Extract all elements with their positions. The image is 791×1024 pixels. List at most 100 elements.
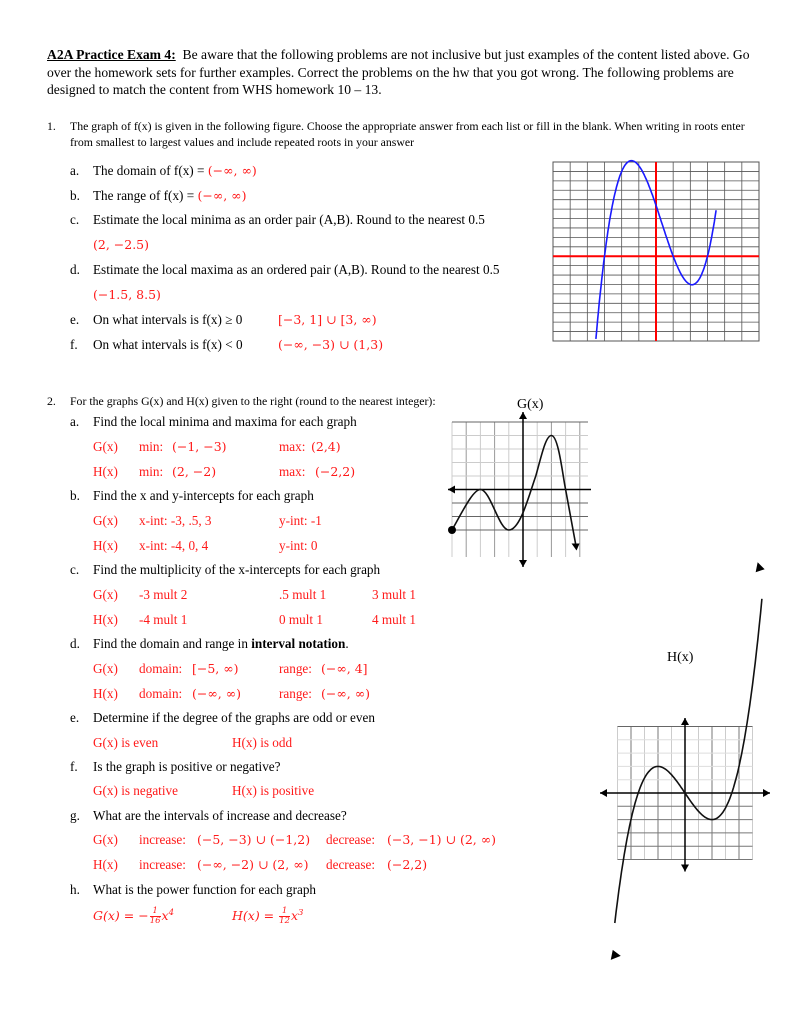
domain-label: domain: [139,686,183,701]
question-bold-text: interval notation [251,636,346,651]
item-question: What is the power function for each grap… [93,882,317,897]
exponent: 3 [298,907,304,918]
decrease-label: decrease: [326,832,376,847]
h-graph [600,562,770,960]
min-value: (−1, −3) [172,439,227,454]
h-degree-answer: H(x) is odd [232,735,293,750]
range-value: (−∞, ∞) [321,686,370,701]
item-question: Find the local minima and maxima for eac… [93,414,357,429]
question-end: . [345,636,349,651]
item-question: Is the graph is positive or negative? [93,759,281,774]
f-graph [552,159,760,342]
item-question: The range of f(x) = [93,188,198,203]
arrow-right-icon [763,789,770,797]
y-intercept: y-int: 0 [279,538,318,553]
question-text: Find the domain and range in [93,636,252,651]
question-1-prompt: 1. The graph of f(x) is given in the fol… [47,118,762,150]
multiplicity: -3 mult 2 [139,587,188,602]
denominator: 12 [279,916,290,926]
fn-label: G(x) [93,661,118,676]
item-label: c. [70,562,80,577]
increase-label: increase: [139,832,186,847]
domain-value: [−5, ∞) [192,661,239,676]
x-intercepts: x-int: -4, 0, 4 [139,538,209,553]
item-label: a. [70,414,80,429]
range-label: range: [279,686,312,701]
variable: x [161,908,169,923]
decrease-value: (−3, −1) ∪ (2, ∞) [387,832,497,847]
min-value: (2, −2) [172,464,217,479]
item-question: Find the x and y-intercepts for each gra… [93,488,314,503]
item-label: h. [70,882,80,897]
item-answer: (−∞, ∞) [197,188,247,203]
g-degree-answer: G(x) is even [93,735,159,750]
multiplicity: 4 mult 1 [372,612,416,627]
arrow-up-icon [681,718,689,725]
item-answer: (2, −2.5) [93,237,150,252]
multiplicity: 0 mult 1 [279,612,323,627]
fn-label: H(x) [93,686,118,701]
question-text: For the graphs G(x) and H(x) given to th… [70,394,436,408]
fn-label: H(x) [93,857,118,872]
g-power-function: G(x) = −1 16 x4 [93,907,174,926]
equation-lhs: G(x) = − [93,908,149,923]
fraction: 1 16 [149,907,161,926]
min-label: min: [139,439,164,454]
fraction: 1 12 [279,907,290,926]
item-label: e. [70,710,80,725]
item-answer: (−∞, ∞) [207,163,257,178]
arrow-down-icon [681,864,689,872]
item-answer: (−∞, −3) ∪ (1,3) [278,337,384,352]
arrow-up-icon [519,412,527,419]
decrease-label: decrease: [326,857,376,872]
arrow-down-icon [571,543,580,551]
item-question: Find the multiplicity of the x-intercept… [93,562,381,577]
multiplicity: 3 mult 1 [372,587,416,602]
increase-value: (−∞, −2) ∪ (2, ∞) [197,857,309,872]
g-graph-label: G(x) [517,397,544,412]
item-label: c. [70,212,80,227]
increase-value: (−5, −3) ∪ (−1,2) [197,832,311,847]
item-question: On what intervals is f(x) ≥ 0 [93,312,243,327]
item-answer: [−3, 1] ∪ [3, ∞) [278,312,377,327]
item-label: a. [70,163,80,178]
item-label: d. [70,262,80,277]
item-label: f. [70,759,78,774]
item-question: The domain of f(x) = [93,163,208,178]
range-value: (−∞, 4] [321,661,368,676]
fn-label: G(x) [93,832,118,847]
h-curve [614,598,763,924]
domain-label: domain: [139,661,183,676]
max-value: (2,4) [311,439,341,454]
increase-label: increase: [139,857,186,872]
item-label: g. [70,808,80,823]
item-label: f. [70,337,78,352]
fn-label: H(x) [93,538,118,553]
item-label: b. [70,188,80,203]
item-question: Find the domain and range in interval no… [93,636,349,652]
arrow-left-icon [600,789,607,797]
g-graph [448,412,591,567]
y-intercept: y-int: -1 [279,513,322,528]
item-answer: (−1.5, 8.5) [93,287,161,302]
max-label: max: [279,439,306,454]
closed-endpoint [448,526,456,534]
multiplicity: -4 mult 1 [139,612,188,627]
fn-label: G(x) [93,587,118,602]
question-number: 1. [47,119,56,133]
x-intercepts: x-int: -3, .5, 3 [139,513,212,528]
h-graph-label: H(x) [667,650,694,665]
question-2-prompt: 2. For the graphs G(x) and H(x) given to… [47,393,762,409]
h-power-function: H(x) = 1 12 x3 [232,907,303,926]
question-number: 2. [47,394,56,408]
decrease-value: (−2,2) [387,857,428,872]
item-question: Estimate the local minima as an order pa… [93,212,485,227]
item-text: The domain of f(x) = (−∞, ∞) [93,163,257,179]
multiplicity: .5 mult 1 [279,587,327,602]
arrow-up-right-icon [755,562,765,573]
item-question: Determine if the degree of the graphs ar… [93,710,375,725]
question-text: The graph of f(x) is given in the follow… [70,119,745,149]
g-sign-answer: G(x) is negative [93,783,178,798]
fn-label: G(x) [93,439,118,454]
item-question: What are the intervals of increase and d… [93,808,347,823]
